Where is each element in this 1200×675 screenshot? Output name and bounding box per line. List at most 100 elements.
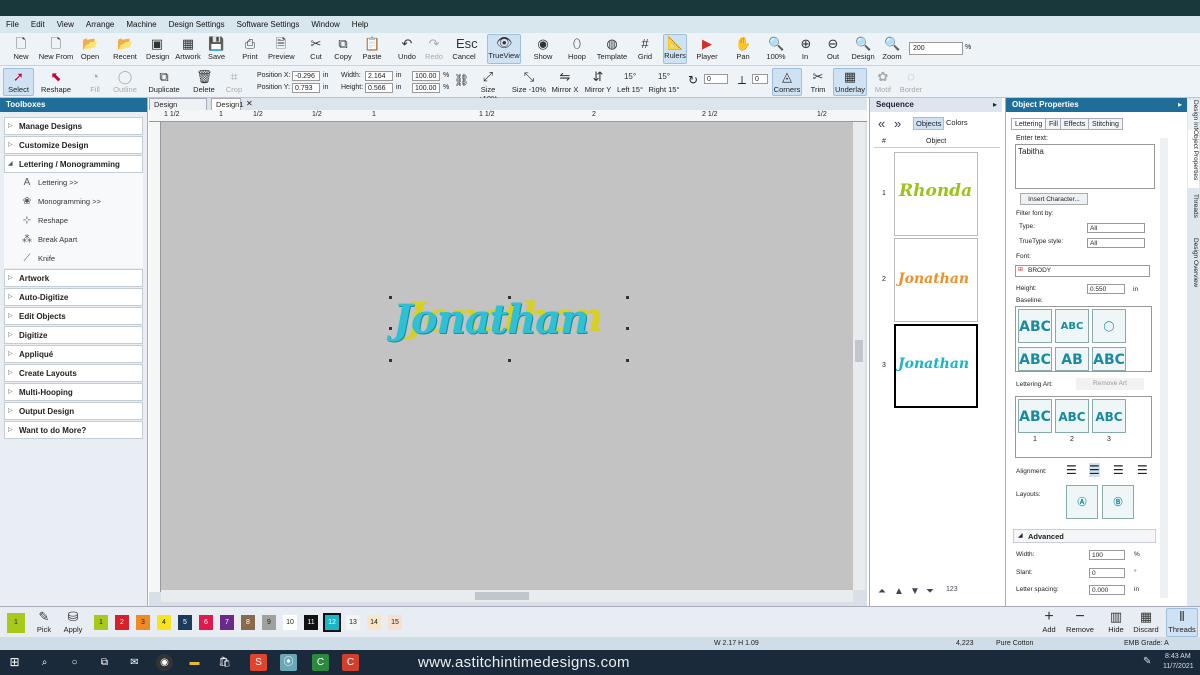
thread-swatch[interactable]: 5: [178, 615, 192, 630]
width-prop-input[interactable]: 100: [1089, 550, 1125, 560]
menu-design-settings[interactable]: Design Settings: [169, 20, 225, 29]
delete-button[interactable]: 🗑 Delete: [190, 69, 218, 94]
app-s-icon[interactable]: S: [250, 654, 267, 671]
toolbar-design-button[interactable]: ▣ Design: [146, 36, 169, 61]
store-icon[interactable]: 🛍: [216, 654, 233, 671]
width-input[interactable]: 2.164: [365, 71, 393, 81]
crop-button[interactable]: ⌗ Crop: [224, 69, 244, 94]
hide-button[interactable]: ▥ Hide: [1106, 609, 1126, 634]
tab-lettering[interactable]: Lettering: [1011, 118, 1047, 130]
break-apart-item[interactable]: ⁂ Break Apart: [4, 230, 143, 249]
fill-button[interactable]: ◔ Fill: [86, 69, 104, 94]
thread-swatch[interactable]: 12: [323, 613, 341, 632]
height-input[interactable]: 0.566: [365, 83, 393, 93]
select-tool-button[interactable]: ➚ Select: [3, 68, 34, 96]
toolbar-redo-button[interactable]: ↷ Redo: [424, 36, 444, 61]
menu-window[interactable]: Window: [311, 20, 339, 29]
task-view-icon[interactable]: ⧉: [96, 654, 113, 671]
menu-arrange[interactable]: Arrange: [86, 20, 114, 29]
menu-file[interactable]: File: [6, 20, 19, 29]
move-down-icon[interactable]: ▼: [910, 586, 920, 597]
thread-swatch[interactable]: 10: [283, 615, 297, 630]
dell-icon[interactable]: ◉: [156, 654, 173, 671]
move-bottom-icon[interactable]: ⏷: [926, 586, 934, 597]
section-multi-hooping[interactable]: Multi-Hooping: [4, 383, 143, 401]
baseline-circle[interactable]: ◯: [1092, 309, 1126, 343]
toolbar-template-button[interactable]: ◍ Template: [596, 36, 628, 61]
thread-swatch[interactable]: 14: [367, 615, 381, 630]
section-digitize[interactable]: Digitize: [4, 326, 143, 344]
toolbar-show-button[interactable]: ◉ Show: [532, 36, 554, 61]
toolbar-preview-button[interactable]: 🗎 Preview: [268, 36, 295, 61]
design-canvas[interactable]: Jonathan Jonathan: [161, 122, 853, 590]
toolbar-zoom-button[interactable]: 🔍 Zoom: [881, 36, 903, 61]
close-tab-icon[interactable]: ✕: [246, 99, 253, 108]
knife-item[interactable]: ⟋ Knife: [4, 249, 143, 268]
section-lettering-monogramming[interactable]: Lettering / Monogramming: [4, 155, 143, 173]
vscroll-thumb[interactable]: [855, 340, 863, 362]
align-right-icon[interactable]: ☰: [1113, 463, 1124, 477]
toolbar-new-from-button[interactable]: 🗋 New From: [38, 36, 74, 61]
toolbar-design-button[interactable]: 🔍 Design: [851, 36, 875, 61]
toolbar-cut-button[interactable]: ✂ Cut: [307, 36, 325, 61]
embroidery-app-icon[interactable]: ⦿: [280, 654, 297, 671]
tab-object-properties[interactable]: Object Properties: [1188, 130, 1199, 188]
menu-view[interactable]: View: [57, 20, 74, 29]
remove-thread-button[interactable]: − Remove: [1065, 609, 1095, 635]
art-option-2[interactable]: ABC: [1055, 399, 1089, 433]
width-percent-input[interactable]: 100.00: [412, 71, 440, 81]
camtasia-icon[interactable]: C: [312, 654, 329, 671]
move-top-icon[interactable]: ⏶: [878, 586, 886, 597]
thread-swatch[interactable]: 1: [94, 615, 108, 630]
sort-order-button[interactable]: 123: [946, 586, 958, 593]
vertical-scrollbar[interactable]: [853, 122, 865, 590]
toolbar-recent-button[interactable]: 📂 Recent: [112, 36, 138, 61]
zoom-input[interactable]: 200: [909, 42, 963, 55]
size-down-button[interactable]: ⤡ Size -10%: [510, 69, 548, 94]
skew-angle-input[interactable]: 0: [752, 74, 768, 84]
baseline-wave[interactable]: ABC: [1092, 347, 1126, 371]
toolbar-pan-button[interactable]: ✋ Pan: [735, 36, 751, 61]
toolbar-print-button[interactable]: ⎙ Print: [242, 36, 258, 61]
toolbar-copy-button[interactable]: ⧉ Copy: [333, 36, 353, 61]
baseline-circle-top[interactable]: ABC: [1055, 309, 1089, 343]
sequence-item-2[interactable]: Jonathan: [894, 238, 978, 322]
toolbar-player-button[interactable]: ▶ Player: [696, 36, 718, 61]
cortana-icon[interactable]: ○: [66, 654, 83, 671]
trim-button[interactable]: ✂ Trim: [806, 69, 830, 94]
current-color-swatch[interactable]: 1: [7, 613, 25, 633]
toolbar-grid-button[interactable]: # Grid: [636, 36, 654, 61]
camtasia-recorder-icon[interactable]: C: [342, 654, 359, 671]
toolbar-trueview-button[interactable]: 👁 TrueView: [487, 34, 521, 64]
embroidery-text[interactable]: Jonathan: [393, 296, 589, 343]
pick-color-button[interactable]: ✎ Pick: [34, 609, 54, 634]
tab-design1[interactable]: Design1: [211, 98, 244, 110]
position-x-input[interactable]: -0.296: [292, 71, 320, 81]
reshape-tool-button[interactable]: ⬉ Reshape: [40, 69, 72, 94]
rotate-left-button[interactable]: 15° Left 15°: [616, 69, 644, 94]
tab-objects[interactable]: Objects: [913, 117, 945, 130]
thread-swatch[interactable]: 13: [346, 615, 360, 630]
windows-start-icon[interactable]: ⊞: [6, 654, 23, 671]
menu-edit[interactable]: Edit: [31, 20, 45, 29]
thread-swatch[interactable]: 15: [388, 615, 402, 630]
toolbar-paste-button[interactable]: 📋 Paste: [362, 36, 382, 61]
section-manage-designs[interactable]: Manage Designs: [4, 117, 143, 135]
section-auto-digitize[interactable]: Auto-Digitize: [4, 288, 143, 306]
move-up-icon[interactable]: ▲: [894, 586, 904, 597]
rotate-angle-input[interactable]: 0: [704, 74, 728, 84]
file-explorer-icon[interactable]: ▬: [186, 654, 203, 671]
advanced-section[interactable]: Advanced: [1013, 529, 1156, 543]
thread-swatch[interactable]: 8: [241, 615, 255, 630]
remove-art-button[interactable]: Remove Art: [1076, 378, 1144, 390]
tab-design-library[interactable]: Design Library: [149, 98, 207, 121]
discard-button[interactable]: ▦ Discard: [1132, 609, 1160, 634]
reshape-item[interactable]: ⊹ Reshape: [4, 211, 143, 230]
thread-swatch[interactable]: 11: [304, 615, 318, 630]
apply-color-button[interactable]: ⛁ Apply: [62, 609, 84, 634]
section-want-more[interactable]: Want to do More?: [4, 421, 143, 439]
section-create-layouts[interactable]: Create Layouts: [4, 364, 143, 382]
corners-button[interactable]: ◬ Corners: [772, 68, 802, 96]
align-left-icon[interactable]: ☰: [1066, 463, 1077, 477]
thread-swatch[interactable]: 3: [136, 615, 150, 630]
